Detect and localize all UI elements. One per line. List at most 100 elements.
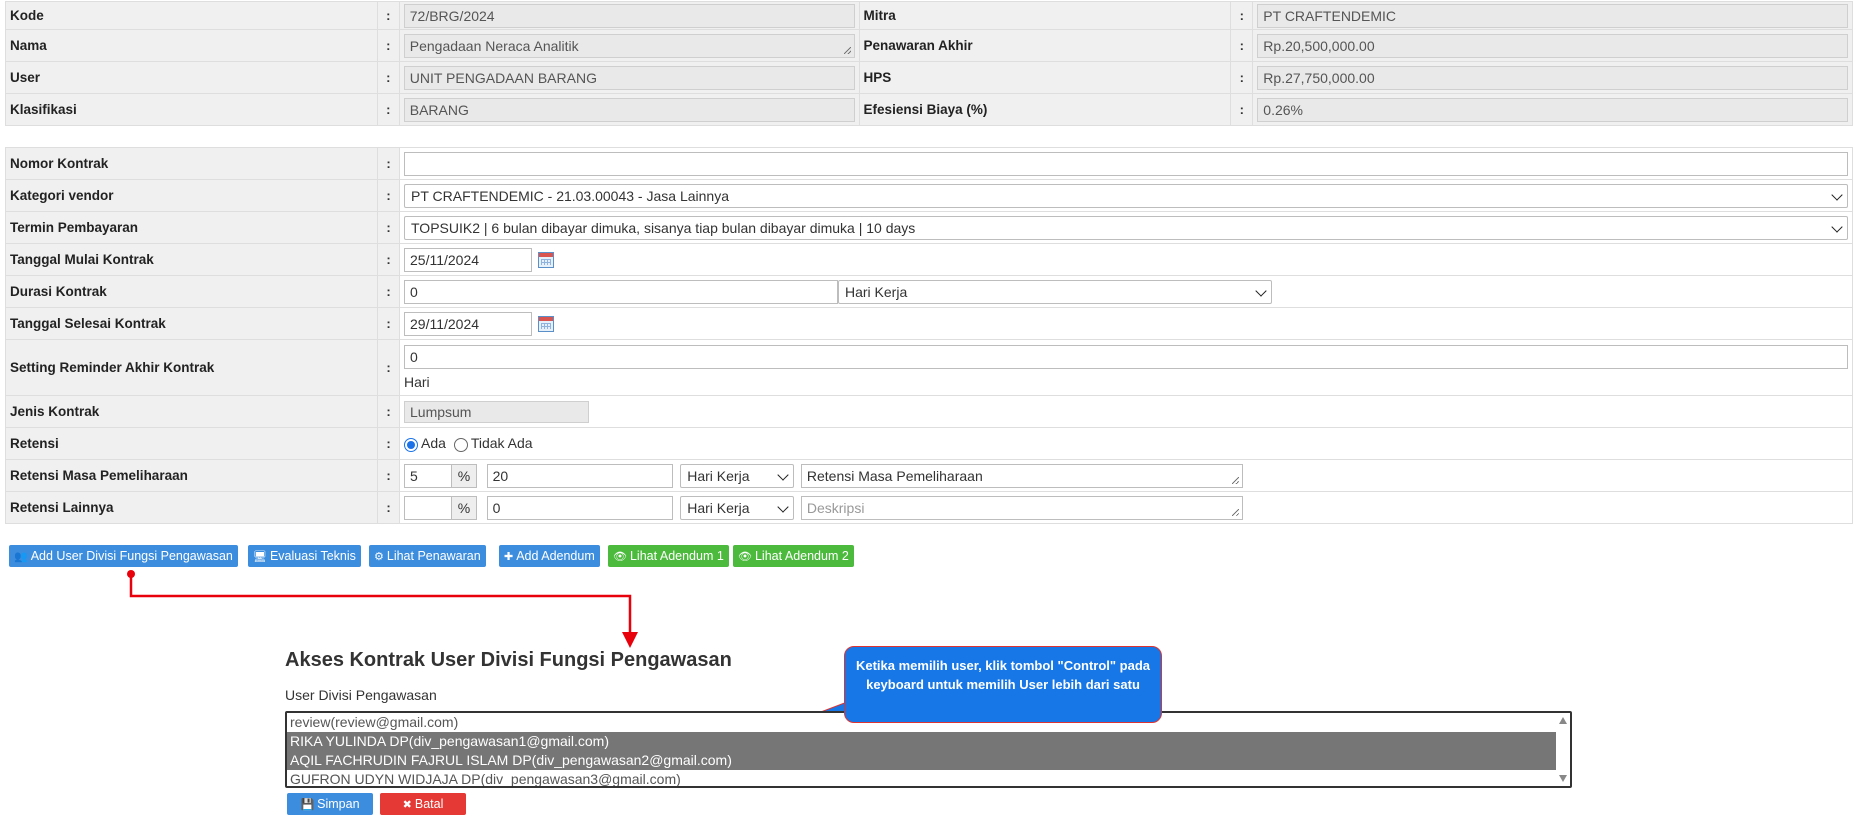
tgl-selesai-label: Tanggal Selesai Kontrak bbox=[5, 307, 378, 340]
eye-icon: 👁 bbox=[738, 551, 752, 563]
contract-form: Nomor Kontrak : Kategori vendor : PT CRA… bbox=[5, 147, 1853, 524]
add-user-divisi-label: Add User Divisi Fungsi Pengawasan bbox=[30, 549, 233, 563]
kategori-vendor-value: PT CRAFTENDEMIC - 21.03.00043 - Jasa Lai… bbox=[411, 187, 729, 204]
durasi-input[interactable]: 0 bbox=[404, 279, 838, 304]
hps-field: Rp.27,750,000.00 bbox=[1257, 65, 1848, 90]
user-label: User bbox=[5, 61, 378, 94]
arrow-head bbox=[622, 632, 638, 648]
colon: : bbox=[1230, 1, 1254, 30]
retensi-pemeliharaan-unit[interactable]: Hari Kerja bbox=[680, 463, 795, 488]
user-divisi-label: User Divisi Pengawasan bbox=[285, 687, 437, 703]
arrow-dot bbox=[127, 570, 135, 578]
nomor-kontrak-input[interactable] bbox=[404, 151, 1848, 176]
jenis-label: Jenis Kontrak bbox=[5, 395, 378, 428]
kategori-vendor-select[interactable]: PT CRAFTENDEMIC - 21.03.00043 - Jasa Lai… bbox=[404, 183, 1848, 208]
gears-icon: ⚙ bbox=[374, 551, 384, 563]
retensi-label: Retensi bbox=[5, 427, 378, 460]
evaluasi-teknis-button[interactable]: 🖥 Evaluasi Teknis bbox=[248, 545, 361, 567]
nama-field: Pengadaan Neraca Analitik bbox=[403, 33, 855, 58]
colon: : bbox=[1230, 93, 1254, 126]
colon: : bbox=[376, 1, 400, 30]
scroll-down-icon[interactable] bbox=[1559, 775, 1567, 782]
colon: : bbox=[377, 427, 400, 460]
user-field: UNIT PENGADAAN BARANG bbox=[403, 65, 855, 90]
percent-addon: % bbox=[451, 463, 477, 488]
mitra-field: PT CRAFTENDEMIC bbox=[1257, 3, 1848, 28]
kode-field: 72/BRG/2024 bbox=[403, 3, 855, 28]
colon: : bbox=[377, 211, 400, 244]
scrollbar[interactable] bbox=[1556, 713, 1570, 786]
save-icon: 💾 bbox=[300, 799, 315, 811]
nomor-kontrak-label: Nomor Kontrak bbox=[5, 147, 378, 180]
colon: : bbox=[377, 307, 400, 340]
reminder-unit: Hari bbox=[404, 374, 430, 390]
colon: : bbox=[377, 339, 400, 396]
lihat-adendum-1-button[interactable]: 👁 Lihat Adendum 1 bbox=[608, 545, 729, 567]
colon: : bbox=[376, 29, 400, 62]
retensi-pemeliharaan-unit-value: Hari Kerja bbox=[687, 467, 750, 484]
simpan-button[interactable]: 💾 Simpan bbox=[287, 793, 373, 815]
retensi-ada-label: Ada bbox=[421, 435, 446, 452]
durasi-unit-value: Hari Kerja bbox=[845, 283, 908, 300]
hps-label: HPS bbox=[858, 61, 1232, 94]
colon: : bbox=[377, 275, 400, 308]
users-icon: 👥 bbox=[14, 551, 28, 563]
chevron-down-icon bbox=[1831, 188, 1843, 201]
kategori-vendor-label: Kategori vendor bbox=[5, 179, 378, 212]
times-icon: ✖ bbox=[402, 799, 412, 811]
chevron-down-icon bbox=[777, 500, 789, 513]
efisiensi-field: 0.26% bbox=[1257, 97, 1848, 122]
plus-icon: ✚ bbox=[504, 551, 514, 563]
reminder-input[interactable]: 0 bbox=[404, 345, 1848, 369]
calendar-icon[interactable] bbox=[538, 251, 554, 268]
colon: : bbox=[377, 459, 400, 492]
retensi-lainnya-unit-value: Hari Kerja bbox=[687, 499, 750, 516]
jenis-field: Lumpsum bbox=[404, 400, 589, 423]
retensi-lainnya-unit[interactable]: Hari Kerja bbox=[680, 495, 795, 520]
lihat-adendum-2-button[interactable]: 👁 Lihat Adendum 2 bbox=[733, 545, 854, 567]
scroll-up-icon[interactable] bbox=[1559, 717, 1567, 724]
lihat-penawaran-label: Lihat Penawaran bbox=[386, 549, 481, 563]
list-option[interactable]: AQIL FACHRUDIN FAJRUL ISLAM DP(div_penga… bbox=[287, 751, 1570, 770]
colon: : bbox=[377, 243, 400, 276]
retensi-pemeliharaan-desc[interactable]: Retensi Masa Pemeliharaan bbox=[800, 463, 1243, 488]
durasi-unit-select[interactable]: Hari Kerja bbox=[838, 279, 1272, 304]
add-adendum-label: Add Adendum bbox=[516, 549, 595, 563]
add-adendum-button[interactable]: ✚ Add Adendum bbox=[499, 545, 600, 567]
eye-icon: 👁 bbox=[613, 551, 627, 563]
calendar-icon[interactable] bbox=[538, 315, 554, 332]
retensi-ada-radio[interactable] bbox=[404, 437, 418, 452]
retensi-lainnya-days[interactable]: 0 bbox=[486, 495, 673, 520]
chevron-down-icon bbox=[777, 468, 789, 481]
simpan-label: Simpan bbox=[317, 797, 360, 811]
colon: : bbox=[1230, 29, 1254, 62]
chevron-down-icon bbox=[1831, 220, 1843, 233]
batal-label: Batal bbox=[414, 797, 444, 811]
tgl-mulai-input[interactable]: 25/11/2024 bbox=[404, 247, 532, 272]
retensi-pemeliharaan-days[interactable]: 20 bbox=[486, 463, 673, 488]
evaluasi-teknis-label: Evaluasi Teknis bbox=[269, 549, 356, 563]
colon: : bbox=[376, 93, 400, 126]
retensi-lainnya-desc[interactable]: Deskripsi bbox=[800, 495, 1243, 520]
lihat-penawaran-button[interactable]: ⚙ Lihat Penawaran bbox=[369, 545, 486, 567]
batal-button[interactable]: ✖ Batal bbox=[380, 793, 466, 815]
termin-select[interactable]: TOPSUIK2 | 6 bulan dibayar dimuka, sisan… bbox=[404, 215, 1848, 240]
nama-label: Nama bbox=[5, 29, 378, 62]
durasi-label: Durasi Kontrak bbox=[5, 275, 378, 308]
list-option[interactable]: GUFRON UDYN WIDJAJA DP(div_pengawasan3@g… bbox=[287, 770, 1570, 786]
add-user-divisi-button[interactable]: 👥 Add User Divisi Fungsi Pengawasan bbox=[9, 545, 238, 567]
summary-table: Kode : 72/BRG/2024 Mitra : PT CRAFTENDEM… bbox=[5, 1, 1853, 126]
retensi-tidak-label: Tidak Ada bbox=[470, 435, 533, 452]
retensi-tidak-radio[interactable] bbox=[453, 437, 468, 452]
list-option[interactable]: RIKA YULINDA DP(div_pengawasan1@gmail.co… bbox=[287, 732, 1570, 751]
tgl-selesai-input[interactable]: 29/11/2024 bbox=[404, 311, 532, 336]
hint-callout: Ketika memilih user, klik tombol "Contro… bbox=[844, 646, 1162, 723]
monitor-icon: 🖥 bbox=[253, 551, 267, 563]
akses-title: Akses Kontrak User Divisi Fungsi Pengawa… bbox=[285, 649, 732, 671]
mitra-label: Mitra bbox=[858, 1, 1232, 30]
efisiensi-label: Efesiensi Biaya (%) bbox=[858, 93, 1232, 126]
retensi-pemeliharaan-percent[interactable]: 5 bbox=[404, 463, 452, 488]
retensi-lainnya-percent[interactable] bbox=[404, 495, 452, 520]
lihat-adendum-1-label: Lihat Adendum 1 bbox=[629, 549, 724, 563]
tgl-mulai-label: Tanggal Mulai Kontrak bbox=[5, 243, 378, 276]
